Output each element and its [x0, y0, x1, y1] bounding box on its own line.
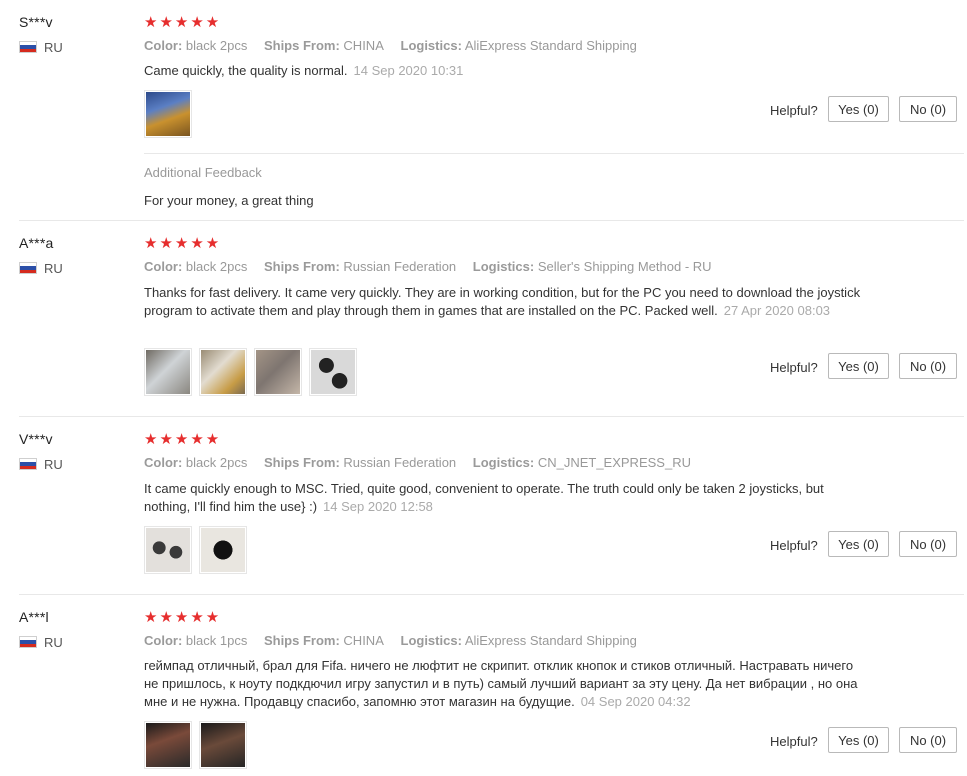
- review-photo-thumbnail[interactable]: [254, 348, 302, 396]
- review-photo-thumbnail[interactable]: [199, 526, 247, 574]
- helpful-label: Helpful?: [770, 103, 818, 118]
- helpful-label: Helpful?: [770, 360, 818, 375]
- color-label: Color:: [144, 633, 183, 648]
- review-text: Came quickly, the quality is normal. 14 S…: [144, 62, 864, 80]
- review-divider: [19, 220, 964, 221]
- helpful-no-button[interactable]: No (0): [899, 96, 957, 122]
- review-body: геймпад отличный, брал для Fifa. ничего …: [144, 658, 858, 709]
- review-photo-thumbnail[interactable]: [144, 721, 192, 769]
- logistics-label: Logistics:: [472, 455, 535, 470]
- helpful-yes-button[interactable]: Yes (0): [828, 353, 889, 379]
- review-text: Thanks for fast delivery. It came very q…: [144, 284, 864, 320]
- logistics-label: Logistics:: [400, 633, 462, 648]
- review-photo-thumbnail[interactable]: [144, 90, 192, 138]
- logistics-label: Logistics:: [400, 38, 462, 53]
- review-meta: Color: black 1pcs Ships From: CHINA Logi…: [144, 633, 650, 648]
- color-label: Color:: [144, 455, 183, 470]
- review-date: 14 Sep 2020 12:58: [323, 499, 433, 514]
- review-divider: [19, 594, 964, 595]
- helpful-yes-button[interactable]: Yes (0): [828, 727, 889, 753]
- ships-from-label: Ships From:: [263, 259, 340, 274]
- color-value: black 2pcs: [185, 38, 248, 53]
- review-photos: [144, 721, 247, 769]
- review-photo-thumbnail[interactable]: [199, 348, 247, 396]
- review-meta: Color: black 2pcs Ships From: CHINA Logi…: [144, 38, 650, 53]
- review-photo-thumbnail[interactable]: [309, 348, 357, 396]
- review-meta: Color: black 2pcs Ships From: Russian Fe…: [144, 455, 704, 470]
- review-meta: Color: black 2pcs Ships From: Russian Fe…: [144, 259, 725, 274]
- review-divider: [19, 416, 964, 417]
- russia-flag-icon: [19, 458, 37, 470]
- ships-from-label: Ships From:: [263, 38, 340, 53]
- helpful-yes-button[interactable]: Yes (0): [828, 531, 889, 557]
- star-rating: ★★★★★: [144, 431, 222, 448]
- reviewer-name: A***a: [19, 235, 54, 251]
- review-photo-thumbnail[interactable]: [144, 526, 192, 574]
- review-photo-thumbnail[interactable]: [144, 348, 192, 396]
- helpful-no-button[interactable]: No (0): [899, 727, 957, 753]
- logistics-value: CN_JNET_EXPRESS_RU: [537, 455, 691, 470]
- reviewer-country: RU: [44, 261, 63, 276]
- reviewer-name: S***v: [19, 14, 53, 30]
- ships-from-value: CHINA: [343, 633, 384, 648]
- reviewer-name: A***l: [19, 609, 49, 625]
- star-rating: ★★★★★: [144, 609, 222, 626]
- review-body: It came quickly enough to MSC. Tried, qu…: [144, 481, 824, 514]
- review-photo-thumbnail[interactable]: [199, 721, 247, 769]
- review-date: 14 Sep 2020 10:31: [353, 63, 464, 78]
- russia-flag-icon: [19, 41, 37, 53]
- color-label: Color:: [144, 259, 183, 274]
- additional-feedback-text: For your money, a great thing: [144, 193, 314, 208]
- logistics-value: AliExpress Standard Shipping: [464, 38, 637, 53]
- review-body: Came quickly, the quality is normal.: [144, 63, 348, 78]
- helpful-label: Helpful?: [770, 538, 818, 553]
- reviewer-name: V***v: [19, 431, 53, 447]
- russia-flag-icon: [19, 636, 37, 648]
- helpful-label: Helpful?: [770, 734, 818, 749]
- review-photos: [144, 348, 357, 396]
- review-photos: [144, 90, 192, 138]
- helpful-yes-button[interactable]: Yes (0): [828, 96, 889, 122]
- ships-from-value: Russian Federation: [343, 455, 457, 470]
- star-rating: ★★★★★: [144, 14, 222, 31]
- helpful-no-button[interactable]: No (0): [899, 531, 957, 557]
- review-date: 27 Apr 2020 08:03: [723, 303, 831, 318]
- ships-from-label: Ships From:: [263, 633, 340, 648]
- logistics-value: Seller's Shipping Method - RU: [537, 259, 712, 274]
- review-text: геймпад отличный, брал для Fifa. ничего …: [144, 657, 864, 711]
- reviewer-country: RU: [44, 40, 63, 55]
- logistics-value: AliExpress Standard Shipping: [464, 633, 637, 648]
- additional-feedback-label: Additional Feedback: [144, 165, 262, 180]
- reviewer-country: RU: [44, 457, 63, 472]
- ships-from-value: Russian Federation: [343, 259, 457, 274]
- color-value: black 2pcs: [185, 455, 248, 470]
- logistics-label: Logistics:: [472, 259, 535, 274]
- review-photos: [144, 526, 247, 574]
- review-date: 04 Sep 2020 04:32: [580, 694, 691, 709]
- russia-flag-icon: [19, 262, 37, 274]
- helpful-no-button[interactable]: No (0): [899, 353, 957, 379]
- reviewer-country: RU: [44, 635, 63, 650]
- review-text: It came quickly enough to MSC. Tried, qu…: [144, 480, 864, 516]
- color-value: black 2pcs: [185, 259, 248, 274]
- star-rating: ★★★★★: [144, 235, 222, 252]
- color-value: black 1pcs: [185, 633, 248, 648]
- ships-from-label: Ships From:: [263, 455, 340, 470]
- ships-from-value: CHINA: [343, 38, 384, 53]
- feedback-divider: [144, 153, 964, 154]
- color-label: Color:: [144, 38, 183, 53]
